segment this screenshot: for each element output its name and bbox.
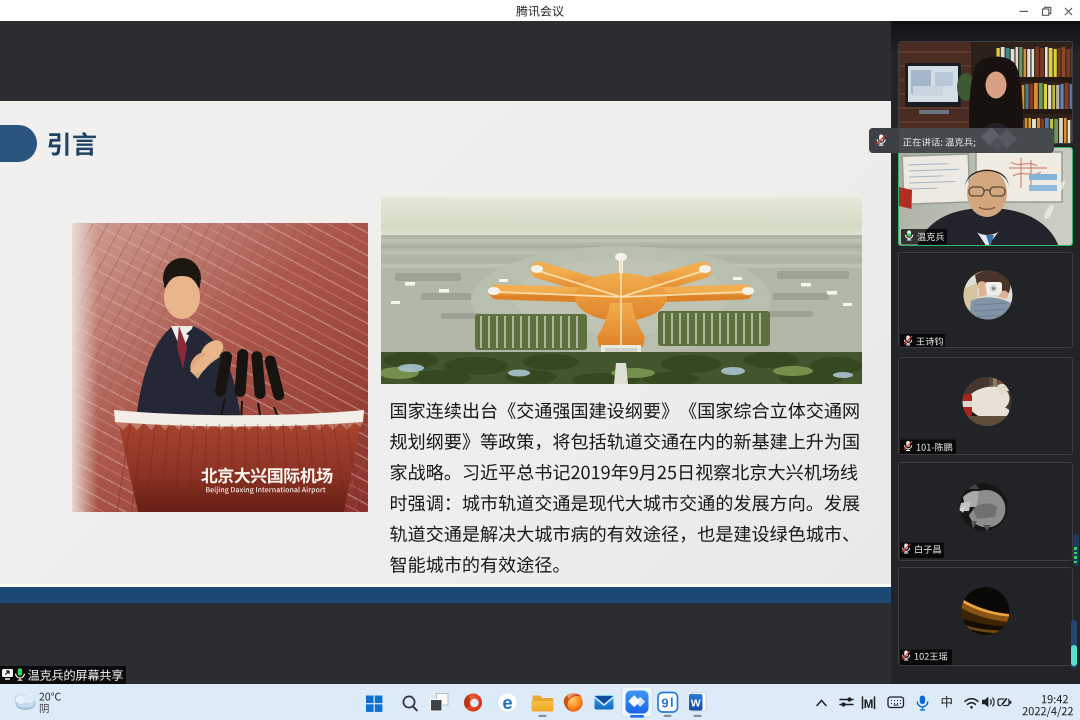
svg-text:M: M	[864, 699, 874, 711]
svg-text:9: 9	[661, 696, 668, 711]
svg-text:W: W	[691, 698, 701, 710]
svg-text:e: e	[502, 692, 512, 713]
